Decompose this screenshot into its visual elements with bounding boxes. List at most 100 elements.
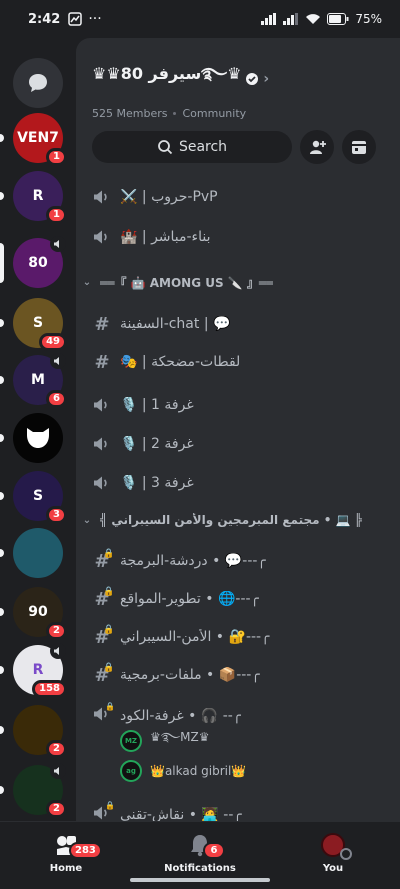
text-channel[interactable]: # 🔒 دردشة-البرمجة • 💬---╭: [76, 543, 400, 579]
participant-name: ♛࿐MZ♛: [150, 730, 210, 744]
channel-name: 🎙️ | 2 غرفة: [120, 436, 194, 452]
add-user-icon: [310, 140, 326, 154]
chevron-down-icon: ⌄: [82, 276, 92, 288]
server-icon-trophy-server[interactable]: 2: [13, 705, 67, 758]
unread-pill: [0, 786, 4, 794]
server-initials: R: [32, 188, 44, 204]
locked-hash-icon: # 🔒: [94, 586, 115, 610]
battery-percent: 75%: [355, 12, 382, 26]
channel-panel: ♛♛سيرفر 80࿐♛ › 525 Members Community Sea…: [76, 38, 400, 821]
server-avatar: [13, 413, 63, 463]
speaker-icon: [92, 397, 112, 413]
mention-badge: 2: [46, 740, 67, 758]
server-icon-server-90[interactable]: 90 2: [13, 587, 67, 640]
voice-channel[interactable]: ⚔️ | حروب-PvP: [76, 179, 400, 215]
voice-participant[interactable]: MZ ♛࿐MZ♛: [120, 728, 210, 754]
channel-name: السفينة-chat | 💬: [120, 316, 231, 332]
server-type: Community: [182, 107, 247, 120]
tab-notifications[interactable]: 6 Notifications: [150, 832, 250, 874]
server-avatar: [13, 528, 63, 578]
voice-channel[interactable]: 🎙️ | 1 غرفة: [76, 387, 400, 423]
locked-hash-icon: # 🔒: [94, 662, 115, 686]
server-initials: 80: [28, 255, 48, 271]
member-count: 525 Members: [92, 107, 168, 120]
unread-pill: [0, 319, 4, 327]
server-header[interactable]: ♛♛سيرفر 80࿐♛ › 525 Members Community Sea…: [76, 38, 400, 164]
calendar-icon: [352, 141, 366, 154]
text-channel[interactable]: # 🔒 تطوير-المواقع • 🌐---╭: [76, 581, 400, 617]
unread-pill: [0, 549, 4, 557]
mention-badge: 2: [46, 622, 67, 640]
server-icon-avatar-server[interactable]: [13, 528, 63, 578]
signal-icon: [261, 13, 277, 25]
server-icon-ven7[interactable]: VEN7 1: [13, 113, 67, 166]
speaker-icon: [92, 436, 112, 452]
server-icon-cat-server[interactable]: [13, 413, 63, 463]
chevron-down-icon: ⌄: [82, 514, 92, 526]
tab-you-label: You: [322, 863, 344, 874]
unread-pill: [0, 608, 4, 616]
voice-active-icon: [50, 353, 66, 369]
server-icon-dm[interactable]: [13, 58, 63, 108]
server-icon-server-80[interactable]: 80: [13, 236, 66, 288]
unread-pill: [0, 666, 4, 674]
tab-you[interactable]: You: [283, 832, 383, 874]
speaker-icon: [92, 475, 112, 491]
server-icon-r-server[interactable]: R1: [13, 171, 67, 224]
voice-channel[interactable]: 🎙️ | 2 غرفة: [76, 426, 400, 462]
channel-name: 🏰 | بناء-مباشر: [120, 229, 211, 245]
voice-active-icon: [50, 236, 66, 252]
mention-badge: 158: [32, 680, 67, 698]
signal-2-icon: [283, 13, 299, 25]
notifications-badge: 6: [203, 842, 225, 859]
server-initials: 90: [28, 604, 48, 620]
cat-face-icon: [27, 428, 49, 448]
search-button[interactable]: Search: [92, 131, 292, 163]
server-initials: R: [32, 662, 44, 678]
server-icon-s-server[interactable]: S 49: [13, 298, 67, 351]
speaker-icon: [92, 229, 112, 245]
server-icon-purple-server[interactable]: S3: [13, 471, 67, 524]
text-channel[interactable]: # 🎭 | لقطات-مضحكة: [76, 344, 400, 380]
category-name: ╣ مجتمع المبرمجين والأمن السيبراني • 💻 ╠: [100, 513, 362, 527]
channel-name: تطوير-المواقع • 🌐---╭: [120, 591, 259, 607]
unread-pill: [0, 192, 4, 200]
tab-notifications-label: Notifications: [164, 863, 236, 874]
server-icon-r2-server[interactable]: R 158: [13, 643, 67, 698]
server-initials: M: [31, 372, 45, 388]
wifi-icon: [306, 14, 321, 24]
voice-channel[interactable]: 🏰 | بناء-مباشر: [76, 219, 400, 255]
separator-dot: [173, 112, 177, 115]
active-server-pill: [0, 243, 4, 283]
search-icon: [158, 140, 173, 155]
channel-name: ملفات-برمجية • 📦---╭: [120, 667, 260, 683]
server-initials: S: [32, 315, 44, 331]
channel-name: غرفة-الكود • 🎧 --╭: [120, 708, 242, 724]
channel-category[interactable]: ⌄ ══『 🤖 AMONG US 🔪 』══: [76, 267, 400, 297]
channel-name: دردشة-البرمجة • 💬---╭: [120, 553, 266, 569]
unread-pill: [0, 134, 4, 142]
mention-badge: 6: [46, 390, 67, 408]
channel-category[interactable]: ⌄ ╣ مجتمع المبرمجين والأمن السيبراني • 💻 …: [76, 505, 400, 535]
text-channel[interactable]: # السفينة-chat | 💬: [76, 306, 400, 342]
text-channel[interactable]: # 🔒 ملفات-برمجية • 📦---╭: [76, 657, 400, 693]
voice-active-icon: [50, 643, 66, 659]
invite-members-button[interactable]: [300, 130, 334, 164]
channel-name: 🎙️ | 3 غرفة: [120, 475, 194, 491]
server-icon-m-server[interactable]: M6: [13, 353, 67, 408]
chat-bubble-icon: [29, 74, 47, 92]
voice-channel[interactable]: 🎙️ | 3 غرفة: [76, 465, 400, 501]
mention-badge: 49: [39, 333, 67, 351]
server-icon-saudi-server[interactable]: 2: [13, 763, 67, 818]
search-label: Search: [178, 139, 228, 155]
tab-home[interactable]: 283 Home: [16, 832, 116, 874]
locked-hash-icon: # 🔒: [94, 548, 115, 572]
voice-channel[interactable]: 🔒 نقاش-تقني • 🧑‍💻 --╭: [76, 797, 400, 821]
events-button[interactable]: [342, 130, 376, 164]
image-notification-icon: [68, 12, 83, 26]
server-initials: S: [32, 488, 44, 504]
mention-badge: 1: [46, 206, 67, 224]
voice-participant[interactable]: ag 👑alkad gibril👑: [120, 758, 246, 784]
text-channel[interactable]: # 🔒 الأمن-السيبراني • 🔐---╭: [76, 619, 400, 655]
battery-icon: [327, 13, 349, 25]
